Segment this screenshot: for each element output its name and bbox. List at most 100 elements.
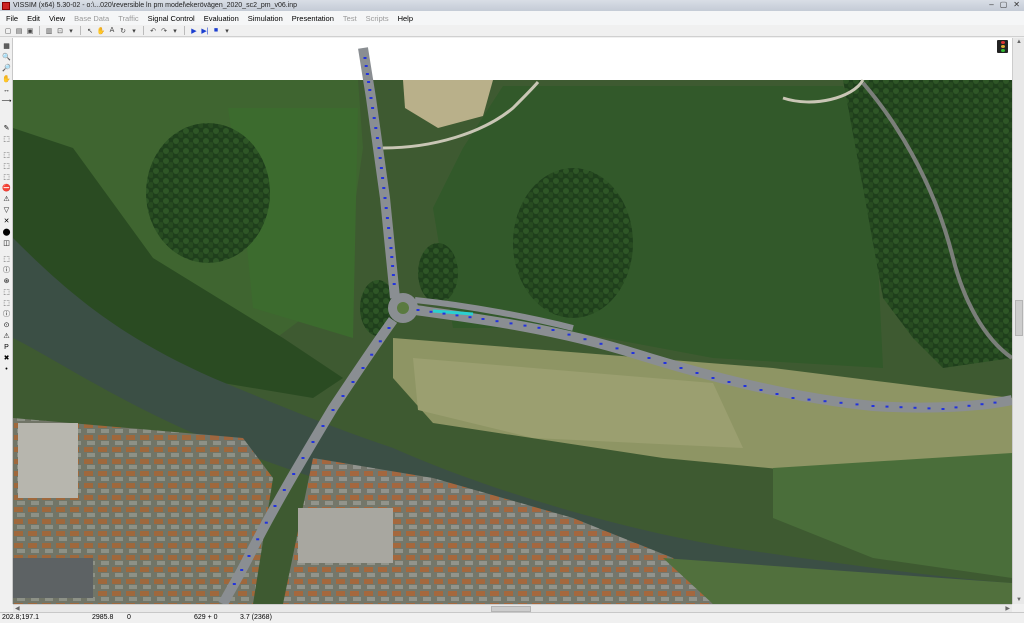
menu-edit[interactable]: Edit [27,14,40,23]
dropdown-icon[interactable]: ▾ [130,27,138,35]
menu-base-data[interactable]: Base Data [74,14,109,23]
vehicle-marker [429,310,433,313]
menu-evaluation[interactable]: Evaluation [204,14,239,23]
title-bar: VISSIM (x64) 5.30-02 - o:\...020\reversi… [0,0,1024,11]
run-simulation-icon[interactable]: ▶ [190,27,198,35]
menu-simulation[interactable]: Simulation [248,14,283,23]
measure-icon[interactable]: ↔ [2,86,11,94]
stop-simulation-icon[interactable]: ■ [212,27,220,35]
undo-icon[interactable]: ↶ [149,27,157,35]
parking-lot-icon[interactable]: P [2,343,11,351]
incident-icon[interactable]: ⚠ [2,332,11,340]
new-file-icon[interactable]: ▢ [4,27,12,35]
stop-sign-icon[interactable]: ⛔ [2,184,11,192]
pan-icon[interactable]: ✋ [2,75,11,83]
scroll-right-icon[interactable]: ▶ [1005,605,1010,612]
status-step: 629 + 0 [194,614,218,621]
vehicle-marker [387,327,391,329]
menu-file[interactable]: File [6,14,18,23]
vehicle-marker [351,381,355,383]
priority-rules-icon[interactable]: ✕ [2,217,11,225]
routes-icon[interactable]: ⬚ [2,162,11,170]
vertical-scroll-thumb[interactable] [1015,300,1023,336]
info-icon[interactable]: ⓘ [2,310,11,318]
vehicle-marker [391,265,395,267]
vehicle-marker [311,441,315,443]
queue-counter-icon[interactable]: ⊙ [2,321,11,329]
menu-presentation[interactable]: Presentation [292,14,334,23]
vehicle-marker [583,338,587,341]
menu-test[interactable]: Test [343,14,357,23]
scroll-down-icon[interactable]: ▼ [1016,597,1022,603]
link-icon[interactable]: ⟶ [1,97,11,105]
links-connectors-icon[interactable]: ✎ [2,124,11,132]
open-file-icon[interactable]: ▤ [15,27,23,35]
vehicle-marker [993,401,997,404]
vehicle-marker [455,314,459,317]
background-icon[interactable]: ⬚ [2,135,11,143]
zoom-in-icon[interactable]: 🔍 [2,53,11,61]
vehicle-marker [807,398,811,401]
nodes-icon[interactable]: ⊛ [2,277,11,285]
yield-icon[interactable]: ▽ [2,206,11,214]
text-icon[interactable]: A [108,27,116,35]
maximize-button[interactable]: ▢ [1000,0,1008,9]
dropdown-icon[interactable]: ▾ [223,27,231,35]
vehicle-marker [341,395,345,397]
pan-hand-icon[interactable]: ✋ [97,27,106,35]
vehicle-marker [247,555,251,557]
network-editor-canvas[interactable] [13,38,1012,604]
print-icon[interactable]: ⊡ [56,27,64,35]
vehicle-marker [387,227,391,229]
traffic-signal-icon[interactable] [997,40,1008,53]
vehicle-marker [631,352,635,354]
dropdown-icon[interactable]: ▾ [67,27,75,35]
no-entry-icon[interactable]: ⬤ [2,228,11,236]
redo-icon[interactable]: ↷ [160,27,168,35]
rotate-icon[interactable]: ↻ [119,27,127,35]
menu-traffic[interactable]: Traffic [118,14,138,23]
save-icon[interactable]: ▣ [26,27,34,35]
vehicle-marker [301,457,305,459]
vehicle-marker [927,407,931,410]
transit-stops-icon[interactable]: ⓘ [2,266,11,274]
menu-signal-control[interactable]: Signal Control [148,14,195,23]
vehicle-marker [523,324,527,327]
vehicle-marker [711,377,715,379]
vehicle-inputs-icon[interactable]: ⬚ [2,151,11,159]
vehicle-marker [495,320,499,323]
vehicle-marker [371,107,375,109]
vertical-scrollbar[interactable]: ▲ ▼ [1012,38,1024,604]
toolbar-separator [39,26,40,35]
vehicle-marker [551,329,555,331]
delete-icon[interactable]: ✖ [2,354,11,362]
single-step-icon[interactable]: ▶| [201,27,209,35]
vehicle-marker [599,342,603,345]
horizontal-scrollbar[interactable]: ◀ ▶ [13,604,1012,612]
vehicle-marker [282,489,286,491]
menu-help[interactable]: Help [398,14,413,23]
vehicle-marker [375,137,379,139]
vehicle-marker [321,425,325,427]
print-preview-icon[interactable]: ▥ [45,27,53,35]
warning-icon[interactable]: ⚠ [2,195,11,203]
select-cursor-icon[interactable]: ↖ [86,27,94,35]
menu-view[interactable]: View [49,14,65,23]
network-overview-icon[interactable]: ▦ [2,42,11,50]
travel-times-icon[interactable]: ⬚ [2,299,11,307]
data-collection-icon[interactable]: ⬚ [2,288,11,296]
dropdown-icon[interactable]: ▾ [171,27,179,35]
close-button[interactable]: ✕ [1013,0,1020,9]
misc-tool-icon[interactable]: • [2,365,11,373]
vehicle-marker [292,473,296,475]
vehicle-marker [390,256,394,258]
detectors-icon[interactable]: ⬚ [2,255,11,263]
scroll-up-icon[interactable]: ▲ [1016,39,1022,45]
toolbar-separator [184,26,185,35]
scroll-left-icon[interactable]: ◀ [15,605,20,612]
minimize-button[interactable]: – [989,0,993,9]
desired-speed-icon[interactable]: ⬚ [2,173,11,181]
signal-heads-icon[interactable]: ◫ [2,239,11,247]
menu-scripts[interactable]: Scripts [366,14,389,23]
zoom-out-icon[interactable]: 🔎 [2,64,11,72]
